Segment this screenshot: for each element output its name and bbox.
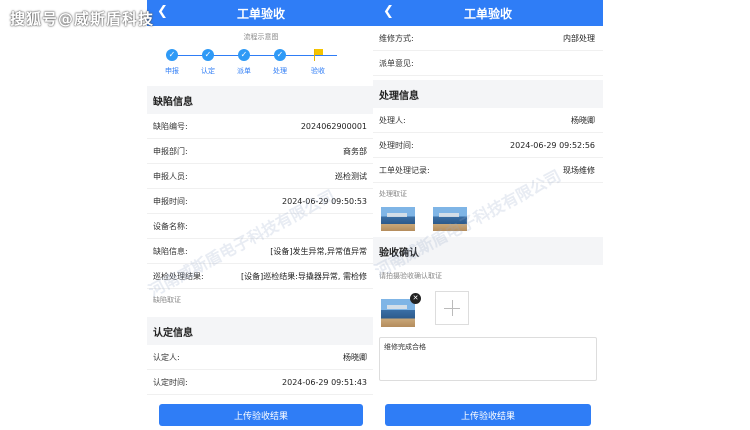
row-value: 2024-06-29 09:51:43 bbox=[282, 377, 367, 387]
step-label: 处理 bbox=[273, 67, 287, 75]
step-label: 认定 bbox=[201, 67, 215, 75]
process-row-time: 处理时间: 2024-06-29 09:52:56 bbox=[373, 133, 603, 158]
row-key: 缺陷编号: bbox=[153, 121, 188, 131]
step-confirm: ✓ 认定 bbox=[193, 48, 223, 76]
chevron-left-icon[interactable]: ❮ bbox=[157, 4, 168, 19]
defect-evidence-label: 缺陷取证 bbox=[153, 296, 181, 304]
flag-icon bbox=[312, 49, 324, 61]
defect-row-dept: 申报部门: 商务部 bbox=[147, 139, 375, 164]
dispatch-opinion-row: 派单意见: bbox=[373, 51, 603, 76]
row-value: 内部处理 bbox=[563, 33, 595, 43]
repair-method-row: 维修方式: 内部处理 bbox=[373, 26, 603, 51]
row-key: 认定时间: bbox=[153, 377, 188, 387]
right-phone-screen: ❮ 工单验收 维修方式: 内部处理 派单意见: 处理信息 处理人: 杨晓卿 处理时间… bbox=[373, 0, 603, 430]
row-key: 申报部门: bbox=[153, 146, 188, 156]
defect-row-time: 申报时间: 2024-06-29 09:50:53 bbox=[147, 189, 375, 214]
row-key: 巡检处理结果: bbox=[153, 271, 204, 281]
process-evidence-photos bbox=[373, 205, 603, 237]
defect-row-reporter: 申报人员: 巡检测试 bbox=[147, 164, 375, 189]
row-key: 设备名称: bbox=[153, 221, 188, 231]
defect-section-title: 缺陷信息 bbox=[147, 86, 375, 114]
title-bar: ❮ 工单验收 bbox=[373, 0, 603, 26]
step-dispatch: ✓ 派单 bbox=[229, 48, 259, 76]
row-key: 维修方式: bbox=[379, 33, 414, 43]
step-label: 验收 bbox=[311, 67, 325, 75]
confirm-section-title: 认定信息 bbox=[147, 317, 375, 345]
step-label: 申报 bbox=[165, 67, 179, 75]
plus-icon[interactable] bbox=[435, 291, 469, 325]
row-value: 2024-06-29 09:50:53 bbox=[282, 196, 367, 206]
row-value: 商务部 bbox=[343, 146, 367, 156]
row-value: 杨晓卿 bbox=[343, 352, 367, 362]
left-phone-screen: ❮ 工单验收 流程示意图 ✓ 申报 ✓ 认定 ✓ 派单 ✓ 处理 验收 缺陷信息… bbox=[147, 0, 375, 430]
confirm-row-time: 认定时间: 2024-06-29 09:51:43 bbox=[147, 370, 375, 395]
step-label: 派单 bbox=[237, 67, 251, 75]
check-icon: ✓ bbox=[202, 49, 214, 61]
upload-result-button[interactable]: 上传验收结果 bbox=[159, 404, 363, 426]
step-process: ✓ 处理 bbox=[265, 48, 295, 76]
row-value: [设备]巡检结果:导撬器异常, 需检修 bbox=[240, 271, 367, 281]
page-title: 工单验收 bbox=[236, 6, 285, 21]
row-key: 处理人: bbox=[379, 115, 406, 125]
process-evidence-label: 处理取证 bbox=[379, 190, 407, 198]
accept-hint: 请拍摄验收确认取证 bbox=[379, 272, 442, 280]
check-icon: ✓ bbox=[166, 49, 178, 61]
accept-note-textarea[interactable]: 维修完成合格 bbox=[379, 337, 597, 381]
defect-row-result: 巡检处理结果: [设备]巡检结果:导撬器异常, 需检修 bbox=[147, 264, 375, 289]
process-row-record: 工单处理记录: 现场维修 bbox=[373, 158, 603, 183]
row-value: 现场维修 bbox=[563, 165, 595, 175]
process-row-person: 处理人: 杨晓卿 bbox=[373, 108, 603, 133]
defect-row-number: 缺陷编号: 2024062900001 bbox=[147, 114, 375, 139]
flow-steps: ✓ 申报 ✓ 认定 ✓ 派单 ✓ 处理 验收 bbox=[157, 48, 365, 86]
evidence-photo[interactable] bbox=[381, 207, 415, 231]
defect-row-info: 缺陷信息: [设备]发生异常,异常值异常 bbox=[147, 239, 375, 264]
defect-row-device: 设备名称: bbox=[147, 214, 375, 239]
row-key: 工单处理记录: bbox=[379, 165, 430, 175]
flow-title: 流程示意图 bbox=[243, 33, 279, 41]
check-icon: ✓ bbox=[274, 49, 286, 61]
chevron-left-icon[interactable]: ❮ bbox=[383, 4, 394, 19]
row-value: 2024062900001 bbox=[300, 121, 367, 131]
step-accept: 验收 bbox=[303, 48, 333, 76]
close-icon[interactable]: ✕ bbox=[410, 293, 421, 304]
evidence-photo[interactable] bbox=[433, 207, 467, 231]
accept-upload-area: ✕ bbox=[373, 287, 603, 331]
check-icon: ✓ bbox=[238, 49, 250, 61]
row-key: 申报时间: bbox=[153, 196, 188, 206]
step-report: ✓ 申报 bbox=[157, 48, 187, 76]
upload-result-button[interactable]: 上传验收结果 bbox=[385, 404, 591, 426]
page-title: 工单验收 bbox=[463, 6, 512, 21]
row-key: 认定人: bbox=[153, 352, 180, 362]
row-value: [设备]发生异常,异常值异常 bbox=[270, 246, 367, 256]
row-value: 2024-06-29 09:52:56 bbox=[510, 140, 595, 150]
confirm-row-person: 认定人: 杨晓卿 bbox=[147, 345, 375, 370]
sohu-watermark: 搜狐号@威斯盾科技 bbox=[10, 10, 155, 28]
accept-section-title: 验收确认 bbox=[373, 237, 603, 265]
row-key: 缺陷信息: bbox=[153, 246, 188, 256]
title-bar: ❮ 工单验收 bbox=[147, 0, 375, 26]
row-key: 申报人员: bbox=[153, 171, 188, 181]
accept-photo[interactable]: ✕ bbox=[381, 293, 421, 327]
row-key: 处理时间: bbox=[379, 140, 414, 150]
process-section-title: 处理信息 bbox=[373, 80, 603, 108]
uploaded-photo[interactable] bbox=[381, 299, 415, 327]
row-value: 杨晓卿 bbox=[571, 115, 595, 125]
row-key: 派单意见: bbox=[379, 58, 414, 68]
row-value: 巡检测试 bbox=[335, 171, 367, 181]
